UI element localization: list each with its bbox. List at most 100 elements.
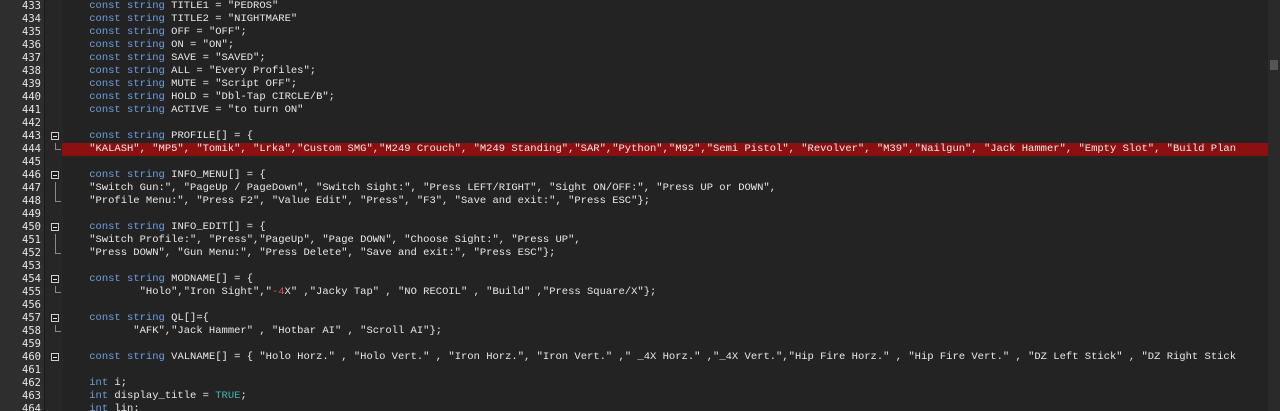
line-number: 443 — [22, 130, 41, 142]
line-number: 441 — [22, 104, 41, 116]
keyword-token: const string — [89, 169, 165, 181]
code-line[interactable]: 449 — [0, 208, 1280, 221]
keyword-token: const string — [89, 130, 165, 142]
code-text[interactable]: const string SAVE = "SAVED"; — [64, 52, 1280, 65]
collapse-icon[interactable] — [51, 353, 59, 361]
code-line[interactable]: 439 const string MUTE = "Script OFF"; — [0, 78, 1280, 91]
code-line[interactable]: 455 "Holo","Iron Sight","-4X" ,"Jacky Ta… — [0, 286, 1280, 299]
code-line[interactable]: 447 "Switch Gun:", "PageUp / PageDown", … — [0, 182, 1280, 195]
code-text[interactable]: const string TITLE2 = "NIGHTMARE" — [64, 13, 1280, 26]
code-line[interactable]: 444 "KALASH", "MP5", "Tomik", "Lrka","Cu… — [0, 143, 1280, 156]
code-line[interactable]: 454 const string MODNAME[] = { — [0, 273, 1280, 286]
code-line[interactable]: 459 — [0, 338, 1280, 351]
code-text[interactable]: const string ACTIVE = "to turn ON" — [64, 104, 1280, 117]
code-line[interactable]: 446 const string INFO_MENU[] = { — [0, 169, 1280, 182]
code-line[interactable]: 453 — [0, 260, 1280, 273]
code-line[interactable]: 452 "Press DOWN", "Gun Menu:", "Press De… — [0, 247, 1280, 260]
scrollbar-thumb[interactable] — [1270, 60, 1278, 70]
code-text[interactable]: "AFK","Jack Hammer" , "Hotbar AI" , "Scr… — [64, 325, 1280, 338]
code-token: SAVE = "SAVED"; — [164, 52, 266, 64]
code-text[interactable]: const string TITLE1 = "PEDROS" — [64, 0, 1280, 13]
vertical-scrollbar[interactable] — [1268, 0, 1280, 411]
line-number: 463 — [22, 390, 41, 402]
keyword-token: const string — [89, 26, 165, 38]
code-line[interactable]: 450 const string INFO_EDIT[] = { — [0, 221, 1280, 234]
code-text[interactable]: "Holo","Iron Sight","-4X" ,"Jacky Tap" ,… — [64, 286, 1280, 299]
code-token: "Profile Menu:", "Press F2", "Value Edit… — [64, 195, 650, 207]
code-text[interactable]: const string MODNAME[] = { — [64, 273, 1280, 286]
collapse-icon[interactable] — [51, 132, 59, 140]
code-line[interactable]: 462 int i; — [0, 377, 1280, 390]
code-text[interactable]: "KALASH", "MP5", "Tomik", "Lrka","Custom… — [62, 143, 1280, 156]
code-text[interactable]: int lin; — [64, 403, 1280, 411]
code-line[interactable]: 442 — [0, 117, 1280, 130]
code-text[interactable]: "Switch Gun:", "PageUp / PageDown", "Swi… — [64, 182, 1280, 195]
code-line[interactable]: 464 int lin; — [0, 403, 1280, 411]
keyword-token: const string — [89, 273, 165, 285]
keyword-token: const string — [89, 0, 165, 12]
line-number: 464 — [22, 403, 41, 411]
code-line[interactable]: 448 "Profile Menu:", "Press F2", "Value … — [0, 195, 1280, 208]
collapse-icon[interactable] — [51, 223, 59, 231]
code-line[interactable]: 433 const string TITLE1 = "PEDROS" — [0, 0, 1280, 13]
line-number: 434 — [22, 13, 41, 25]
code-line[interactable]: 434 const string TITLE2 = "NIGHTMARE" — [0, 13, 1280, 26]
code-text[interactable]: const string QL[]={ — [64, 312, 1280, 325]
keyword-token: int — [89, 390, 109, 402]
keyword-token: const string — [89, 13, 165, 25]
code-line[interactable]: 460 const string VALNAME[] = { "Holo Hor… — [0, 351, 1280, 364]
code-line[interactable]: 435 const string OFF = "OFF"; — [0, 26, 1280, 39]
line-number: 440 — [22, 91, 41, 103]
code-line[interactable]: 461 — [0, 364, 1280, 377]
code-text[interactable]: const string MUTE = "Script OFF"; — [64, 78, 1280, 91]
line-number: 449 — [22, 208, 41, 220]
code-line[interactable]: 463 int display_title = TRUE; — [0, 390, 1280, 403]
code-text[interactable]: const string INFO_EDIT[] = { — [64, 221, 1280, 234]
code-text[interactable]: const string INFO_MENU[] = { — [64, 169, 1280, 182]
fold-end-guide — [55, 325, 61, 332]
code-line[interactable]: 443 const string PROFILE[] = { — [0, 130, 1280, 143]
code-line[interactable]: 440 const string HOLD = "Dbl-Tap CIRCLE/… — [0, 91, 1280, 104]
code-token: -4 — [271, 286, 285, 298]
collapse-icon[interactable] — [51, 171, 59, 179]
code-line[interactable]: 451 "Switch Profile:", "Press","PageUp",… — [0, 234, 1280, 247]
code-text[interactable]: const string ON = "ON"; — [64, 39, 1280, 52]
code-text[interactable]: "Profile Menu:", "Press F2", "Value Edit… — [64, 195, 1280, 208]
code-text[interactable]: "Switch Profile:", "Press","PageUp", "Pa… — [64, 234, 1280, 247]
code-text[interactable]: int display_title = TRUE; — [64, 390, 1280, 403]
code-text[interactable]: const string PROFILE[] = { — [64, 130, 1280, 143]
code-line[interactable]: 456 — [0, 299, 1280, 312]
line-number: 433 — [22, 0, 41, 12]
code-line[interactable]: 458 "AFK","Jack Hammer" , "Hotbar AI" , … — [0, 325, 1280, 338]
code-text[interactable]: int i; — [64, 377, 1280, 390]
code-text[interactable]: const string VALNAME[] = { "Holo Horz." … — [64, 351, 1280, 364]
code-token: "AFK","Jack Hammer" , "Hotbar AI" , "Scr… — [64, 325, 443, 337]
code-text[interactable]: const string OFF = "OFF"; — [64, 26, 1280, 39]
line-number: 457 — [22, 312, 41, 324]
line-number: 458 — [22, 325, 41, 337]
code-token: "Switch Gun:", "PageUp / PageDown", "Swi… — [64, 182, 777, 194]
line-number: 446 — [22, 169, 41, 181]
code-token: QL[]={ — [164, 312, 209, 324]
code-line[interactable]: 457 const string QL[]={ — [0, 312, 1280, 325]
collapse-icon[interactable] — [51, 275, 59, 283]
line-number: 444 — [22, 143, 41, 155]
code-token: TRUE — [215, 390, 241, 402]
code-line[interactable]: 438 const string ALL = "Every Profiles"; — [0, 65, 1280, 78]
code-line[interactable]: 436 const string ON = "ON"; — [0, 39, 1280, 52]
collapse-icon[interactable] — [51, 314, 59, 322]
code-line[interactable]: 441 const string ACTIVE = "to turn ON" — [0, 104, 1280, 117]
code-line[interactable]: 437 const string SAVE = "SAVED"; — [0, 52, 1280, 65]
code-text[interactable]: "Press DOWN", "Gun Menu:", "Press Delete… — [64, 247, 1280, 260]
code-token: MUTE = "Script OFF"; — [164, 78, 298, 90]
code-line[interactable]: 445 — [0, 156, 1280, 169]
code-text[interactable]: const string ALL = "Every Profiles"; — [64, 65, 1280, 78]
code-editor[interactable]: 433 const string TITLE1 = "PEDROS" 434 co… — [0, 0, 1280, 411]
code-token: TITLE2 = "NIGHTMARE" — [164, 13, 298, 25]
code-text[interactable]: const string HOLD = "Dbl-Tap CIRCLE/B"; — [64, 91, 1280, 104]
